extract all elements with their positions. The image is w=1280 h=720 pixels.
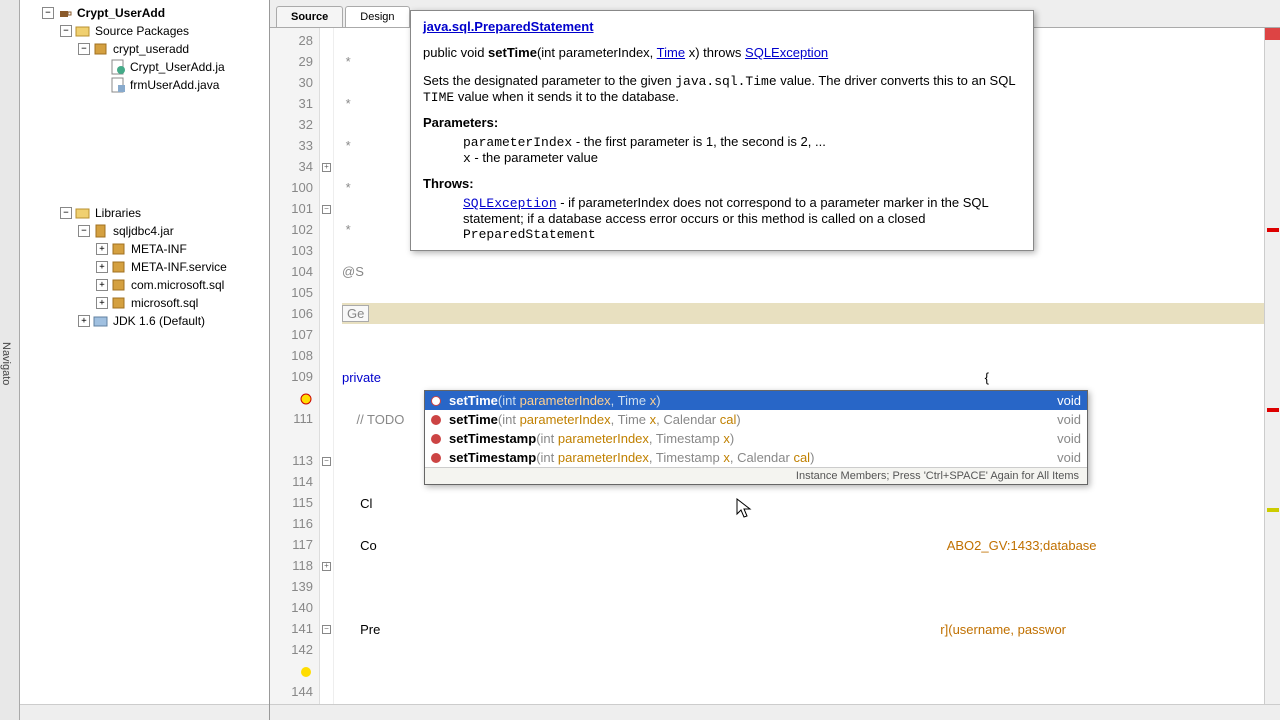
package-icon <box>111 241 127 257</box>
tree-package-sub[interactable]: + META-INF.service <box>20 258 269 276</box>
fold-toggle-icon[interactable]: + <box>322 562 331 571</box>
autocomplete-footer-hint: Instance Members; Press 'Ctrl+SPACE' Aga… <box>425 467 1087 484</box>
horizontal-scrollbar[interactable] <box>20 704 269 720</box>
tree-java-file[interactable]: Crypt_UserAdd.ja <box>20 58 269 76</box>
tree-libraries[interactable]: − Libraries <box>20 204 269 222</box>
java-class-icon <box>110 59 126 75</box>
method-icon <box>431 434 441 444</box>
fold-toggle-icon[interactable]: + <box>322 163 331 172</box>
package-icon <box>111 295 127 311</box>
tree-source-packages[interactable]: − Source Packages <box>20 22 269 40</box>
javadoc-tooltip: java.sql.PreparedStatement public void s… <box>410 10 1034 251</box>
error-stripe[interactable] <box>1264 28 1280 704</box>
tab-design[interactable]: Design <box>345 6 409 27</box>
autocomplete-popup: setTime(int parameterIndex, Time x) void… <box>424 390 1088 485</box>
method-icon <box>431 453 441 463</box>
error-marker[interactable] <box>1267 408 1279 412</box>
tab-source[interactable]: Source <box>276 6 343 27</box>
navigator-sidebar-tab[interactable]: Navigato <box>0 0 20 720</box>
fold-toggle-icon[interactable]: − <box>322 625 331 634</box>
warning-bulb-icon[interactable] <box>299 665 313 679</box>
expand-toggle-icon[interactable]: − <box>78 43 90 55</box>
tree-package-sub[interactable]: + META-INF <box>20 240 269 258</box>
coffee-cup-icon <box>57 5 73 21</box>
tree-project-root[interactable]: − Crypt_UserAdd <box>20 4 269 22</box>
package-folder-icon <box>75 23 91 39</box>
libraries-folder-icon <box>75 205 91 221</box>
expand-toggle-icon[interactable]: + <box>78 315 90 327</box>
tree-package-sub[interactable]: + microsoft.sql <box>20 294 269 312</box>
package-icon <box>93 41 109 57</box>
autocomplete-item[interactable]: setTimestamp(int parameterIndex, Timesta… <box>425 448 1087 467</box>
horizontal-scrollbar[interactable] <box>270 704 1280 720</box>
expand-toggle-icon[interactable]: − <box>60 25 72 37</box>
autocomplete-item[interactable]: setTimestamp(int parameterIndex, Timesta… <box>425 429 1087 448</box>
expand-toggle-icon[interactable]: + <box>96 261 108 273</box>
project-tree-panel: − Crypt_UserAdd − Source Packages − cryp… <box>20 0 270 720</box>
jar-icon <box>93 223 109 239</box>
expand-toggle-icon[interactable]: − <box>78 225 90 237</box>
javadoc-class-link[interactable]: java.sql.PreparedStatement <box>423 20 594 35</box>
expand-toggle-icon[interactable]: − <box>42 7 54 19</box>
expand-toggle-icon[interactable]: + <box>96 243 108 255</box>
error-bulb-icon[interactable] <box>299 392 313 406</box>
java-form-icon <box>110 77 126 93</box>
tree-jdk[interactable]: + JDK 1.6 (Default) <box>20 312 269 330</box>
package-icon <box>111 259 127 275</box>
package-icon <box>111 277 127 293</box>
jdk-icon <box>93 313 109 329</box>
method-icon <box>431 415 441 425</box>
method-icon <box>431 396 441 406</box>
expand-toggle-icon[interactable]: − <box>60 207 72 219</box>
fold-toggle-icon[interactable]: − <box>322 205 331 214</box>
expand-toggle-icon[interactable]: + <box>96 279 108 291</box>
autocomplete-item[interactable]: setTime(int parameterIndex, Time x, Cale… <box>425 410 1087 429</box>
javadoc-exception-link[interactable]: SQLException <box>745 45 828 60</box>
expand-toggle-icon[interactable]: + <box>96 297 108 309</box>
javadoc-type-link[interactable]: Time <box>657 45 685 60</box>
error-summary-indicator <box>1265 28 1280 40</box>
autocomplete-item[interactable]: setTime(int parameterIndex, Time x) void <box>425 391 1087 410</box>
tree-package-sub[interactable]: + com.microsoft.sql <box>20 276 269 294</box>
tree-java-file[interactable]: frmUserAdd.java <box>20 76 269 94</box>
error-marker[interactable] <box>1267 228 1279 232</box>
line-number-gutter: 2829303132333410010110210310410510610710… <box>270 28 320 704</box>
fold-gutter: + − − + − <box>320 28 334 704</box>
fold-toggle-icon[interactable]: − <box>322 457 331 466</box>
tree-package[interactable]: − crypt_useradd <box>20 40 269 58</box>
tree-jar[interactable]: − sqljdbc4.jar <box>20 222 269 240</box>
warning-marker[interactable] <box>1267 508 1279 512</box>
javadoc-throws-link[interactable]: SQLException <box>463 196 557 211</box>
